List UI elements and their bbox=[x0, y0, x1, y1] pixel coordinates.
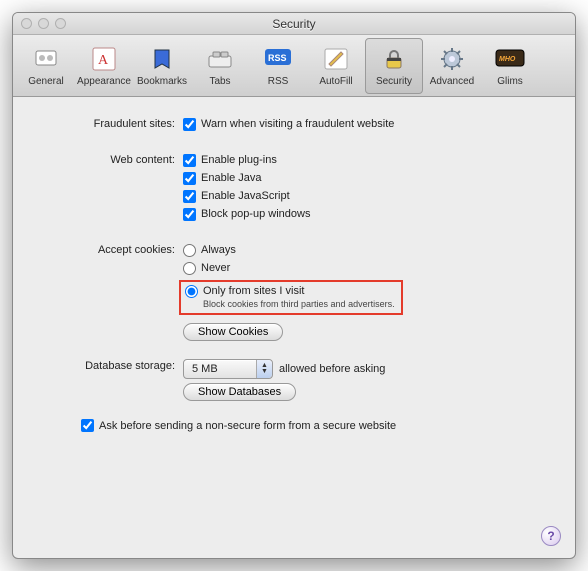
cookies-always-row[interactable]: Always bbox=[183, 243, 545, 258]
traffic-lights bbox=[13, 18, 66, 29]
tab-label: Bookmarks bbox=[137, 76, 187, 87]
tab-label: AutoFill bbox=[319, 76, 352, 87]
fraud-warn-text: Warn when visiting a fraudulent website bbox=[201, 117, 394, 132]
tab-security[interactable]: Security bbox=[365, 38, 423, 94]
zoom-window-button[interactable] bbox=[55, 18, 66, 29]
cookies-label: Accept cookies: bbox=[43, 243, 183, 256]
cookies-never-row[interactable]: Never bbox=[183, 261, 545, 276]
fraud-label: Fraudulent sites: bbox=[43, 117, 183, 130]
minimize-window-button[interactable] bbox=[38, 18, 49, 29]
updown-arrows-icon: ▲▼ bbox=[256, 360, 272, 378]
window-title: Security bbox=[13, 17, 575, 31]
show-cookies-button[interactable]: Show Cookies bbox=[183, 323, 283, 341]
js-checkbox[interactable] bbox=[183, 190, 196, 203]
popups-checkbox[interactable] bbox=[183, 208, 196, 221]
close-window-button[interactable] bbox=[21, 18, 32, 29]
secure-form-checkbox[interactable] bbox=[81, 419, 94, 432]
tab-advanced[interactable]: Advanced bbox=[423, 38, 481, 94]
js-text: Enable JavaScript bbox=[201, 189, 290, 204]
titlebar: Security bbox=[13, 13, 575, 35]
fraud-warn-checkbox[interactable] bbox=[183, 118, 196, 131]
fraud-row: Fraudulent sites: Warn when visiting a f… bbox=[43, 117, 545, 135]
java-checkbox[interactable] bbox=[183, 172, 196, 185]
tab-glims[interactable]: MHO Glims bbox=[481, 38, 539, 94]
cookies-always-text: Always bbox=[201, 243, 236, 258]
tab-label: Glims bbox=[497, 76, 523, 87]
cookies-always-radio[interactable] bbox=[183, 244, 196, 257]
plugins-checkbox[interactable] bbox=[183, 154, 196, 167]
db-row: Database storage: 5 MB ▲▼ allowed before… bbox=[43, 359, 545, 401]
tab-label: Security bbox=[376, 76, 412, 87]
webcontent-label: Web content: bbox=[43, 153, 183, 166]
glims-icon: MHO bbox=[495, 44, 525, 74]
gear-icon bbox=[437, 44, 467, 74]
help-button[interactable]: ? bbox=[541, 526, 561, 546]
db-size-value: 5 MB bbox=[192, 363, 218, 375]
popups-checkbox-row[interactable]: Block pop-up windows bbox=[183, 207, 545, 222]
tab-label: General bbox=[28, 76, 64, 87]
content-area: Fraudulent sites: Warn when visiting a f… bbox=[13, 97, 575, 432]
book-icon bbox=[147, 44, 177, 74]
security-prefs-window: Security General A Appearance Bookmarks … bbox=[12, 12, 576, 559]
font-icon: A bbox=[89, 44, 119, 74]
secure-form-row: Ask before sending a non-secure form fro… bbox=[81, 419, 545, 432]
cookies-only-text: Only from sites I visit bbox=[203, 284, 304, 299]
tab-label: Advanced bbox=[430, 76, 474, 87]
pencil-icon bbox=[321, 44, 351, 74]
db-suffix-text: allowed before asking bbox=[279, 363, 385, 375]
java-text: Enable Java bbox=[201, 171, 262, 186]
tab-appearance[interactable]: A Appearance bbox=[75, 38, 133, 94]
cookies-only-subtext: Block cookies from third parties and adv… bbox=[203, 299, 395, 310]
db-label: Database storage: bbox=[43, 359, 183, 372]
fraud-warn-checkbox-row[interactable]: Warn when visiting a fraudulent website bbox=[183, 117, 545, 132]
plugins-checkbox-row[interactable]: Enable plug-ins bbox=[183, 153, 545, 168]
java-checkbox-row[interactable]: Enable Java bbox=[183, 171, 545, 186]
show-databases-button[interactable]: Show Databases bbox=[183, 383, 296, 401]
tabs-icon bbox=[205, 44, 235, 74]
tab-label: RSS bbox=[268, 76, 289, 87]
rss-icon: RSS bbox=[263, 44, 293, 74]
db-size-select[interactable]: 5 MB ▲▼ bbox=[183, 359, 273, 379]
svg-text:MHO: MHO bbox=[499, 56, 516, 63]
tab-rss[interactable]: RSS RSS bbox=[249, 38, 307, 94]
webcontent-row: Web content: Enable plug-ins Enable Java… bbox=[43, 153, 545, 225]
plugins-text: Enable plug-ins bbox=[201, 153, 277, 168]
cookies-row: Accept cookies: Always Never Only from s… bbox=[43, 243, 545, 341]
tab-bookmarks[interactable]: Bookmarks bbox=[133, 38, 191, 94]
popups-text: Block pop-up windows bbox=[201, 207, 310, 222]
js-checkbox-row[interactable]: Enable JavaScript bbox=[183, 189, 545, 204]
prefs-toolbar: General A Appearance Bookmarks Tabs RSS … bbox=[13, 35, 575, 97]
help-icon: ? bbox=[547, 529, 554, 543]
switch-icon bbox=[31, 44, 61, 74]
cookies-only-radio[interactable] bbox=[185, 285, 198, 298]
svg-text:A: A bbox=[98, 53, 109, 68]
tab-general[interactable]: General bbox=[17, 38, 75, 94]
cookies-only-row[interactable]: Only from sites I visit bbox=[185, 284, 395, 299]
tab-tabs[interactable]: Tabs bbox=[191, 38, 249, 94]
cookies-never-radio[interactable] bbox=[183, 262, 196, 275]
cookies-only-highlight: Only from sites I visit Block cookies fr… bbox=[179, 280, 403, 315]
tab-label: Appearance bbox=[77, 76, 131, 87]
lock-icon bbox=[379, 44, 409, 74]
tab-label: Tabs bbox=[209, 76, 230, 87]
tab-autofill[interactable]: AutoFill bbox=[307, 38, 365, 94]
secure-form-text: Ask before sending a non-secure form fro… bbox=[99, 420, 396, 432]
svg-text:RSS: RSS bbox=[268, 53, 287, 63]
cookies-never-text: Never bbox=[201, 261, 230, 276]
